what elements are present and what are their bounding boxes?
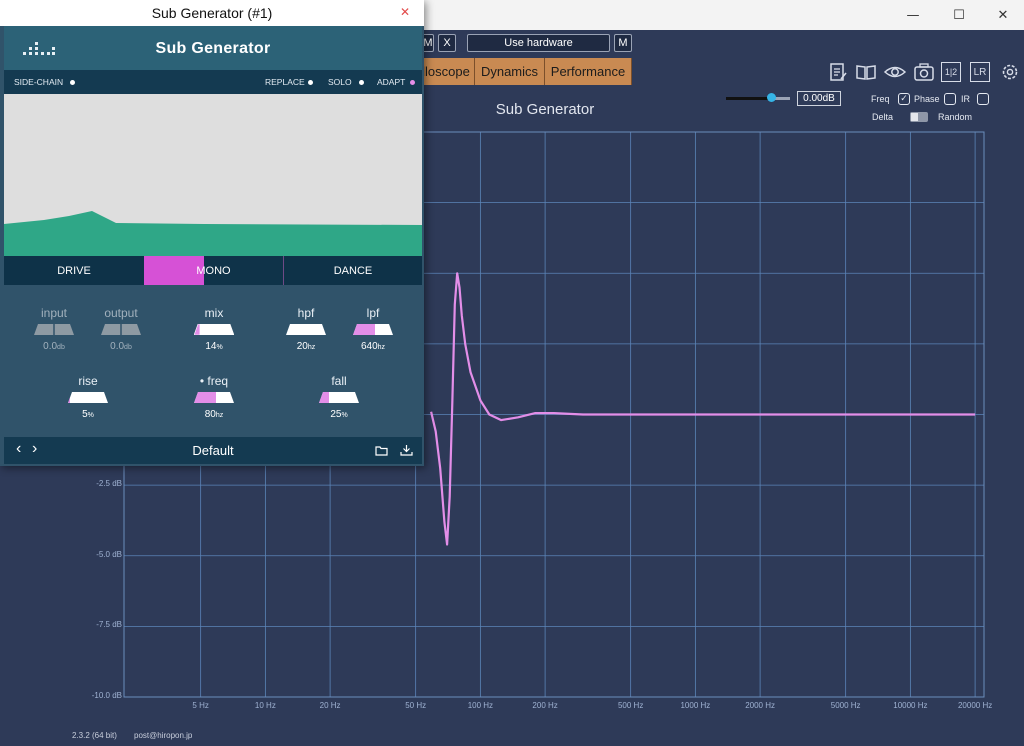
- x-tick-label: 500 Hz: [617, 701, 644, 710]
- input-value: 0.0db: [43, 341, 65, 352]
- adapt-indicator: [410, 80, 415, 85]
- replace-indicator: [308, 80, 313, 85]
- input-slider[interactable]: [34, 324, 74, 335]
- x-tick-label: 5000 Hz: [830, 701, 861, 710]
- fall-label: fall: [331, 374, 347, 388]
- lpf-value: 640hz: [360, 341, 386, 352]
- mode-dance[interactable]: DANCE: [283, 256, 422, 285]
- contact-email[interactable]: post@hiropon.jp: [134, 731, 192, 740]
- lpf-slider[interactable]: [353, 324, 393, 335]
- sidechain-toggle[interactable]: SIDE-CHAIN: [14, 77, 63, 87]
- x-tick-label: 20 Hz: [319, 701, 341, 710]
- y-tick-label: -7.5 dB: [96, 620, 122, 630]
- freq-slider[interactable]: [194, 392, 234, 403]
- x-tick-label: 1000 Hz: [680, 701, 711, 710]
- plugin-window-title: Sub Generator (#1): [151, 5, 273, 21]
- parameter-panel: input 0.0db output 0.0db mix 14% hpf 20h…: [4, 285, 422, 437]
- hpf-label: hpf: [297, 306, 315, 320]
- y-tick-label: -2.5 dB: [96, 479, 122, 489]
- replace-toggle[interactable]: REPLACE: [265, 77, 305, 87]
- save-icon[interactable]: [400, 444, 413, 456]
- waveform-display: [4, 94, 422, 256]
- x-tick-label: 20000 Hz: [957, 701, 993, 710]
- series-curve: [430, 272, 976, 546]
- fall-value: 25%: [330, 409, 348, 420]
- plugin-titlebar: Sub Generator (#1) ✕: [0, 0, 424, 26]
- y-tick-label: -10.0 dB: [91, 691, 122, 700]
- solo-toggle[interactable]: SOLO: [328, 77, 352, 87]
- plugin-header: Sub Generator: [4, 26, 422, 70]
- sidechain-indicator: [70, 80, 75, 85]
- rise-slider[interactable]: [68, 392, 108, 403]
- input-label: input: [40, 306, 68, 320]
- adapt-toggle[interactable]: ADAPT: [377, 77, 405, 87]
- rise-value: 5%: [82, 409, 94, 420]
- hpf-value: 20hz: [296, 341, 316, 352]
- version-label: 2.3.2 (64 bit): [72, 731, 117, 740]
- y-tick-label: -5.0 dB: [96, 549, 122, 559]
- plugin-close-button[interactable]: ✕: [400, 5, 410, 19]
- mix-value: 14%: [205, 341, 223, 352]
- x-tick-label: 5 Hz: [192, 701, 209, 710]
- waveform-shape: [4, 211, 422, 256]
- mix-label: mix: [204, 306, 224, 320]
- x-tick-label: 10 Hz: [254, 701, 276, 710]
- mode-selector: DRIVE MONO DANCE: [4, 256, 422, 285]
- x-tick-label: 200 Hz: [532, 701, 558, 710]
- mode-drive[interactable]: DRIVE: [4, 256, 144, 285]
- x-tick-label: 100 Hz: [467, 701, 494, 710]
- x-tick-label: 2000 Hz: [745, 701, 775, 710]
- plugin-name: Sub Generator: [155, 40, 271, 57]
- output-label: output: [104, 306, 138, 320]
- freq-label: • freq: [199, 374, 229, 388]
- x-tick-label: 50 Hz: [405, 701, 427, 710]
- mix-slider[interactable]: [194, 324, 234, 335]
- plugin-window: Sub Generator (#1) ✕ Sub Generator SIDE-…: [0, 0, 424, 466]
- fall-slider[interactable]: [319, 392, 359, 403]
- folder-icon[interactable]: [375, 446, 388, 456]
- freq-value: 80hz: [204, 409, 224, 420]
- rise-label: rise: [78, 374, 98, 388]
- x-tick-label: 10000 Hz: [893, 701, 928, 710]
- preset-bar: ‹ › Default: [4, 437, 422, 464]
- output-slider[interactable]: [101, 324, 141, 335]
- output-value: 0.0db: [110, 341, 132, 352]
- hpf-slider[interactable]: [286, 324, 326, 335]
- lpf-label: lpf: [366, 306, 380, 320]
- mode-mono[interactable]: MONO: [144, 256, 283, 285]
- solo-indicator: [359, 80, 364, 85]
- routing-bar: SIDE-CHAIN REPLACE SOLO ADAPT: [4, 70, 422, 94]
- preset-name[interactable]: Default: [4, 443, 422, 458]
